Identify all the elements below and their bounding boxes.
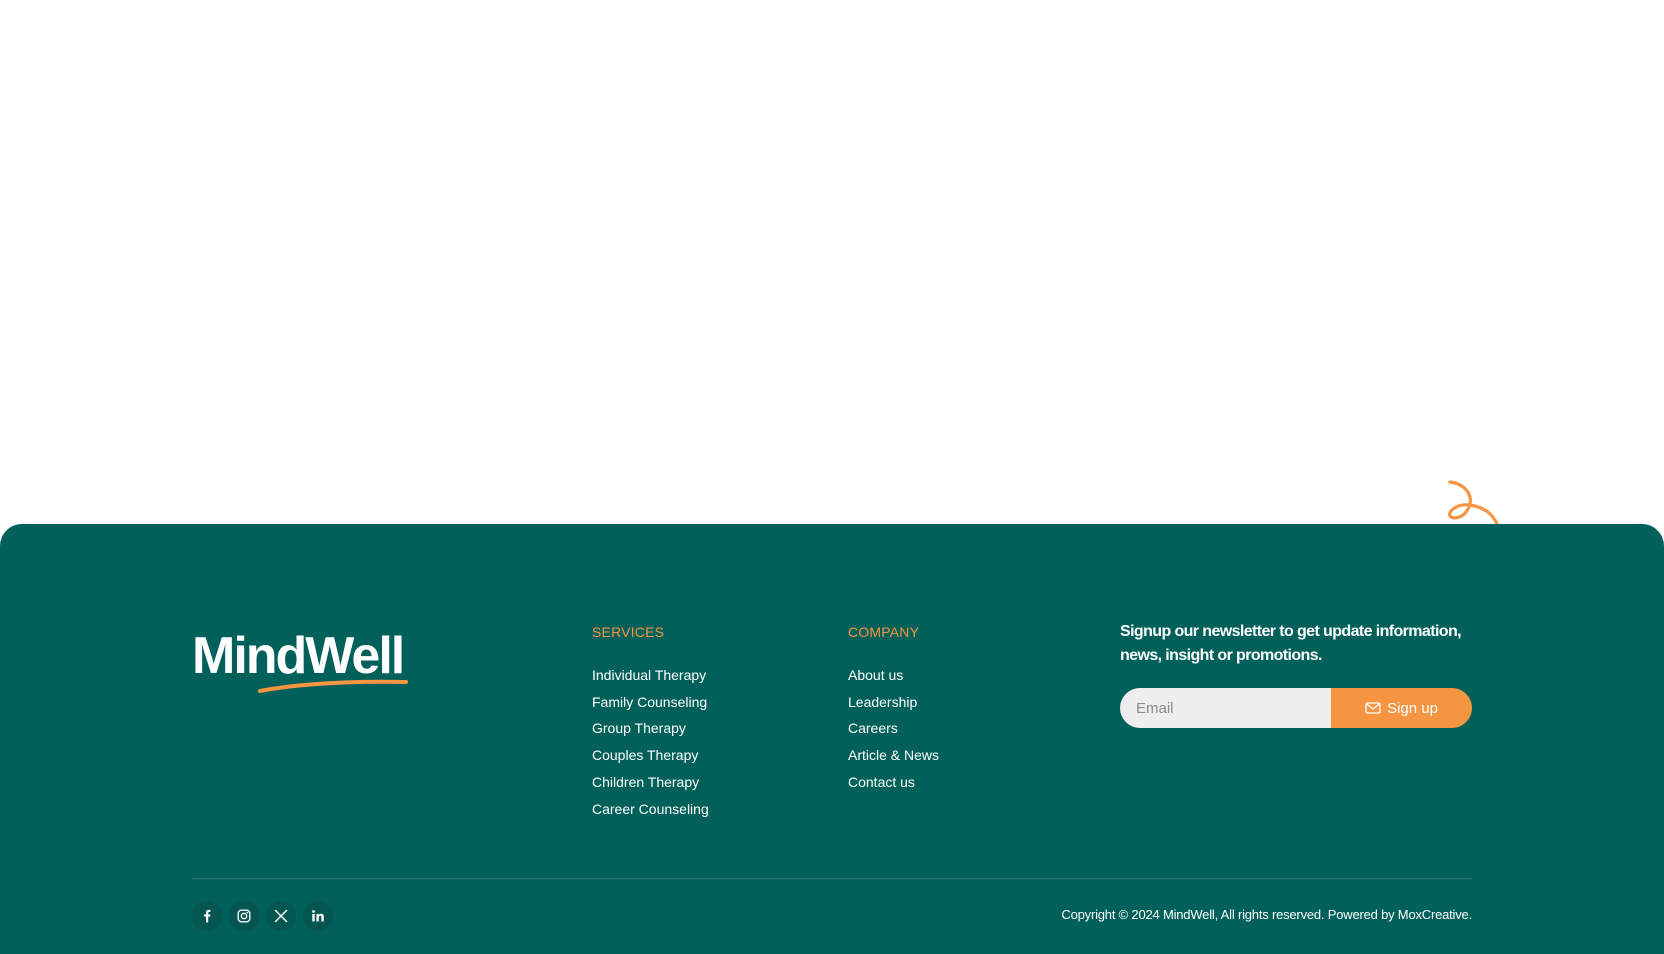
newsletter-section: Signup our newsletter to get update info…	[1120, 620, 1472, 728]
company-list: About us Leadership Careers Article & Ne…	[848, 662, 939, 796]
services-list: Individual Therapy Family Counseling Gro…	[592, 662, 709, 822]
mail-icon	[1365, 702, 1381, 714]
instagram-icon	[237, 909, 251, 923]
site-footer	[0, 524, 1664, 954]
signup-button[interactable]: Sign up	[1331, 688, 1472, 728]
company-link-article-news[interactable]: Article & News	[848, 742, 939, 769]
signup-button-label: Sign up	[1387, 699, 1438, 717]
footer-divider	[192, 878, 1472, 879]
company-heading: COMPANY	[848, 624, 920, 640]
instagram-link[interactable]	[229, 901, 259, 931]
company-column: COMPANY About us Leadership Careers Arti…	[848, 622, 939, 796]
facebook-link[interactable]	[192, 901, 222, 931]
services-link-individual-therapy[interactable]: Individual Therapy	[592, 662, 709, 689]
company-link-about-us[interactable]: About us	[848, 662, 939, 689]
copyright-text: Copyright © 2024 MindWell, All rights re…	[1061, 907, 1472, 922]
services-column: SERVICES Individual Therapy Family Couns…	[592, 622, 709, 822]
linkedin-icon	[312, 910, 324, 922]
email-input[interactable]	[1120, 688, 1331, 728]
company-link-leadership[interactable]: Leadership	[848, 689, 939, 716]
newsletter-form: Sign up	[1120, 688, 1472, 728]
services-link-career-counseling[interactable]: Career Counseling	[592, 796, 709, 823]
services-link-couples-therapy[interactable]: Couples Therapy	[592, 742, 709, 769]
company-link-careers[interactable]: Careers	[848, 715, 939, 742]
social-links	[192, 901, 333, 931]
newsletter-text: Signup our newsletter to get update info…	[1120, 623, 1462, 664]
linkedin-link[interactable]	[303, 901, 333, 931]
page: MindWell SERVICES Individual Therapy Fam…	[0, 0, 1664, 954]
services-heading: SERVICES	[592, 624, 665, 640]
mindwell-logo[interactable]: MindWell	[192, 626, 422, 694]
services-link-group-therapy[interactable]: Group Therapy	[592, 715, 709, 742]
x-icon	[274, 909, 288, 923]
logo-swoosh-icon	[258, 679, 408, 693]
logo-text: MindWell	[192, 627, 405, 685]
services-link-family-counseling[interactable]: Family Counseling	[592, 689, 709, 716]
facebook-icon	[204, 909, 211, 923]
x-link[interactable]	[266, 901, 296, 931]
company-link-contact-us[interactable]: Contact us	[848, 769, 939, 796]
services-link-children-therapy[interactable]: Children Therapy	[592, 769, 709, 796]
